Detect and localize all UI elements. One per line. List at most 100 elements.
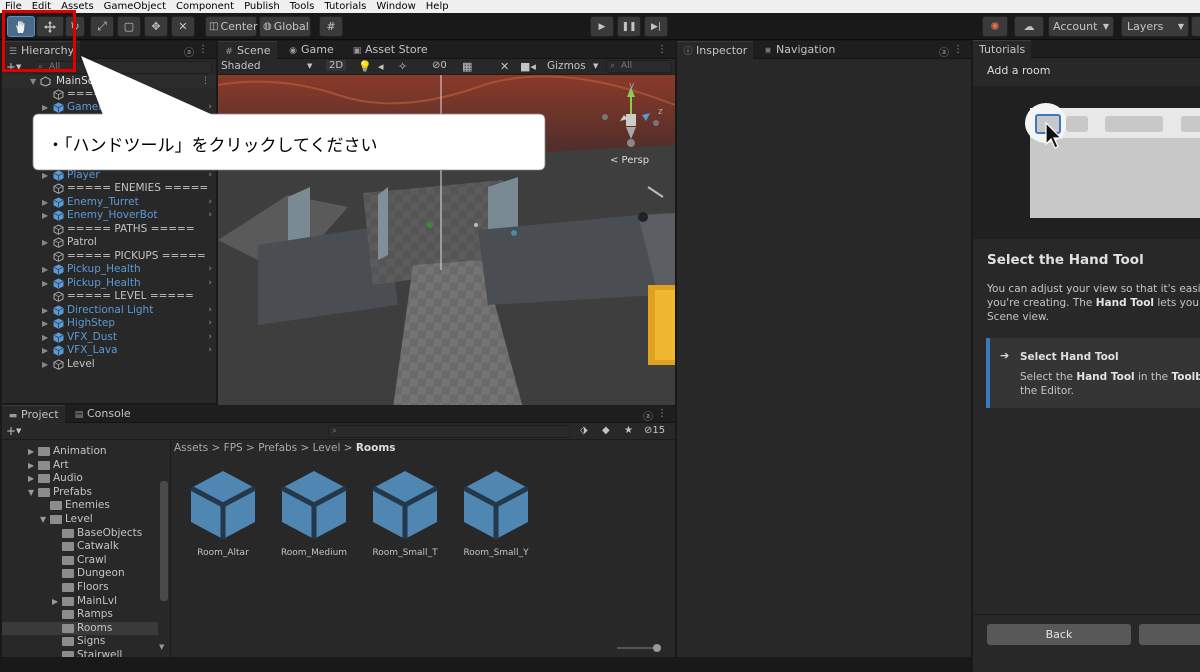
step-button[interactable]: ▶| — [644, 16, 668, 37]
chevron-right-icon[interactable]: › — [208, 277, 212, 290]
collapse-arrow-icon[interactable]: ▶ — [28, 472, 34, 485]
expand-arrow-icon[interactable]: ▶ — [42, 101, 48, 114]
chevron-down-icon[interactable]: ▼ — [307, 62, 312, 70]
hierarchy-row[interactable]: ▶ Patrol — [2, 236, 216, 249]
layers-dropdown[interactable]: Layers ▼ — [1121, 16, 1189, 37]
folder-row[interactable]: Rooms — [2, 621, 158, 635]
cloud-button[interactable]: ☁ — [1014, 16, 1044, 37]
hierarchy-row[interactable]: ▶ Enemy_HoverBot › — [2, 209, 216, 222]
expand-arrow-icon[interactable]: ▶ — [42, 196, 48, 209]
breadcrumb-item[interactable]: FPS — [224, 442, 243, 454]
folder-row[interactable]: Signs — [2, 635, 158, 648]
hierarchy-row[interactable]: ▶ VFX_Lava › — [2, 344, 216, 357]
audio-icon[interactable]: ◂ — [378, 60, 384, 73]
chevron-right-icon[interactable]: › — [208, 101, 212, 114]
grid-visibility-icon[interactable]: ▦ — [462, 60, 472, 73]
hierarchy-row[interactable]: ▶ Player › — [2, 169, 216, 182]
chevron-down-icon[interactable]: ▼ — [593, 62, 598, 70]
pause-button[interactable]: ❚❚ — [617, 16, 641, 37]
hierarchy-row[interactable]: ▶ Directional Light › — [2, 304, 216, 317]
hidden-packages-toggle[interactable]: ⊘15 — [644, 425, 665, 436]
transform-tool-button[interactable]: ✥ — [144, 16, 168, 37]
hierarchy-row[interactable]: ▶ Pickup_Health › — [2, 277, 216, 290]
hierarchy-row[interactable]: ▶ VFX_Dust › — [2, 331, 216, 344]
shading-mode-dropdown[interactable]: Shaded — [221, 60, 261, 72]
asset-item[interactable]: Room_Medium — [278, 469, 350, 558]
hierarchy-row[interactable]: ===== PATHS ===== — [2, 223, 216, 236]
menu-item-window[interactable]: Window — [371, 0, 420, 13]
rect-tool-button[interactable]: ▢ — [117, 16, 141, 37]
layout-dropdown[interactable] — [1191, 16, 1200, 37]
folder-row[interactable]: ▼ Prefabs — [2, 486, 158, 499]
folder-row[interactable]: Crawl — [2, 554, 158, 567]
project-search-input[interactable]: ⌕ — [328, 425, 570, 438]
chevron-right-icon[interactable]: › — [208, 209, 212, 222]
hierarchy-row[interactable]: ===== PICKUPS ===== — [2, 250, 216, 263]
folder-row[interactable]: Ramps — [2, 608, 158, 621]
breadcrumb-item[interactable]: Rooms — [356, 442, 396, 454]
tab-inspector[interactable]: ⓘ Inspector — [677, 41, 754, 59]
effects-icon[interactable]: ✧ — [398, 60, 407, 73]
star-icon[interactable]: ★ — [624, 425, 633, 436]
tab-tutorials[interactable]: Tutorials — [973, 40, 1032, 58]
expand-arrow-icon[interactable]: ▶ — [42, 277, 48, 290]
scale-tool-button[interactable]: ⤢ — [90, 16, 114, 37]
menu-item-help[interactable]: Help — [421, 0, 454, 13]
expand-arrow-icon[interactable]: ▶ — [42, 358, 48, 371]
add-icon[interactable]: + — [6, 424, 16, 438]
chevron-right-icon[interactable]: › — [208, 317, 212, 330]
view-orientation-gizmo[interactable]: y z — [590, 81, 670, 153]
folder-row[interactable]: ▶ Audio — [2, 472, 158, 485]
menu-item-tutorials[interactable]: Tutorials — [319, 0, 371, 13]
folder-row[interactable]: Catwalk — [2, 540, 158, 553]
tab-asset-store[interactable]: ▣ Asset Store — [346, 41, 434, 59]
tab-scene[interactable]: # Scene — [218, 41, 277, 59]
tab-console[interactable]: ▤ Console — [68, 405, 137, 423]
custom-tool-button[interactable]: ✕ — [171, 16, 195, 37]
breadcrumb-item[interactable]: Prefabs — [258, 442, 297, 454]
chevron-right-icon[interactable]: › — [208, 169, 212, 182]
breadcrumb-item[interactable]: Level — [313, 442, 341, 454]
expand-arrow-icon[interactable]: ▶ — [42, 169, 48, 182]
breadcrumb-item[interactable]: Assets — [174, 442, 208, 454]
folder-row[interactable]: Enemies — [2, 499, 158, 512]
asset-item[interactable]: Room_Small_T — [369, 469, 441, 558]
tab-project[interactable]: ▬ Project — [2, 405, 65, 423]
collapse-arrow-icon[interactable]: ▶ — [52, 595, 58, 608]
expand-arrow-icon[interactable]: ▼ — [40, 513, 46, 526]
menu-item-tools[interactable]: Tools — [285, 0, 320, 13]
lock-icon[interactable]: ⓐ — [643, 408, 653, 423]
camera-icon[interactable]: ■◂ — [520, 60, 536, 73]
hierarchy-row[interactable]: ▶ Enemy_Turret › — [2, 196, 216, 209]
gizmos-dropdown[interactable]: Gizmos — [547, 60, 586, 72]
folder-row[interactable]: ▶ Animation — [2, 445, 158, 458]
folder-row[interactable]: ▼ Level — [2, 513, 158, 526]
hierarchy-row[interactable]: ===== ENEMIES ===== — [2, 182, 216, 195]
lock-icon[interactable]: ⓐ — [184, 44, 194, 59]
expand-arrow-icon[interactable]: ▼ — [28, 486, 34, 499]
expand-arrow-icon[interactable]: ▼ — [30, 75, 36, 88]
folder-row[interactable]: ▶ MainLvl — [2, 595, 158, 608]
folder-row[interactable]: ▶ Art — [2, 459, 158, 472]
expand-arrow-icon[interactable]: ▶ — [42, 209, 48, 222]
hierarchy-row[interactable]: ▶ HighStep › — [2, 317, 216, 330]
kebab-menu-icon[interactable]: ⋮ — [953, 44, 963, 55]
collapse-arrow-icon[interactable]: ▶ — [28, 459, 34, 472]
expand-arrow-icon[interactable]: ▶ — [42, 263, 48, 276]
menu-item-component[interactable]: Component — [171, 0, 239, 13]
lock-icon[interactable]: ⓐ — [939, 44, 949, 59]
2d-mode-toggle[interactable]: 2D — [326, 60, 347, 71]
zoom-slider-handle[interactable] — [653, 644, 661, 652]
label-icon[interactable]: ◆ — [602, 425, 610, 436]
hidden-objects-toggle[interactable]: ⊘0 — [432, 60, 447, 71]
chevron-right-icon[interactable]: › — [208, 331, 212, 344]
folder-row[interactable]: Stairwell — [2, 649, 158, 657]
hierarchy-row[interactable]: ▶ Pickup_Health › — [2, 263, 216, 276]
pivot-center-toggle[interactable]: ◫ Center — [205, 16, 257, 37]
kebab-menu-icon[interactable]: ⋮ — [201, 75, 210, 88]
kebab-menu-icon[interactable]: ⋮ — [657, 408, 667, 419]
tools-icon[interactable]: ✕ — [500, 60, 509, 73]
back-button[interactable]: Back — [987, 624, 1131, 645]
hierarchy-row[interactable]: ===== LEVEL ===== — [2, 290, 216, 303]
grid-snap-button[interactable]: # — [319, 16, 343, 37]
